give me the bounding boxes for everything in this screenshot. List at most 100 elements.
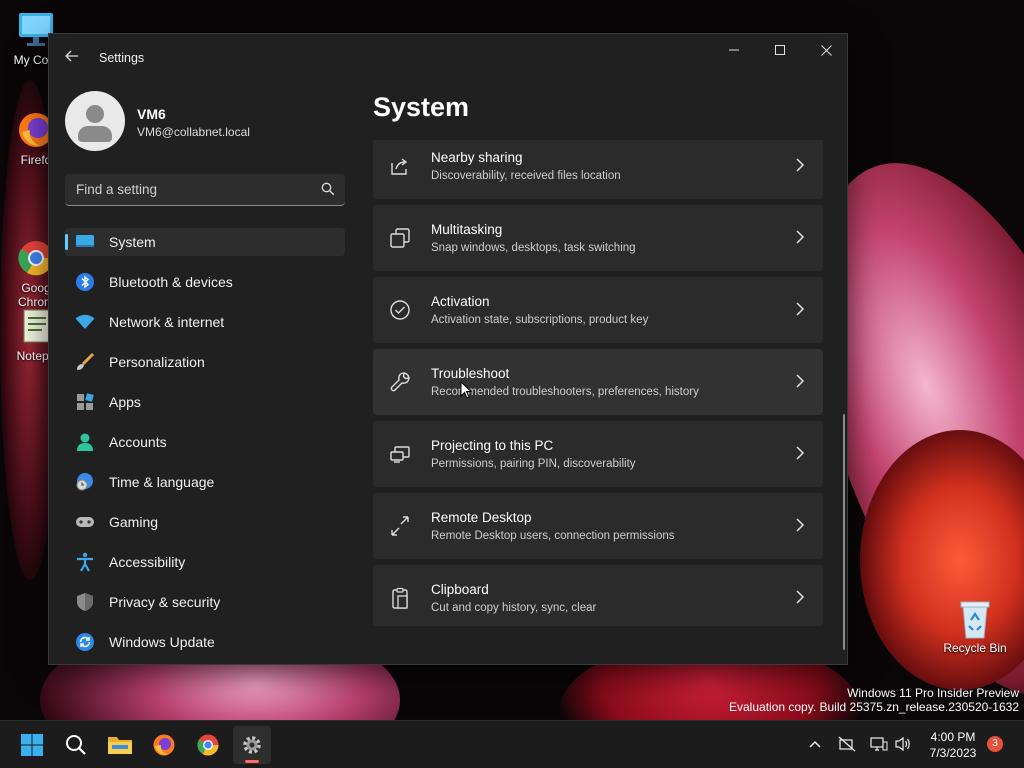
sidebar-item-label: Windows Update — [109, 634, 215, 650]
notification-badge[interactable]: 3 — [987, 736, 1003, 752]
brush-icon — [75, 352, 95, 372]
tray-display-status[interactable] — [870, 735, 888, 753]
search-box — [65, 174, 345, 206]
sidebar-item-network[interactable]: Network & internet — [65, 302, 345, 342]
sidebar-item-windows-update[interactable]: Windows Update — [65, 622, 345, 662]
sidebar-item-personalization[interactable]: Personalization — [65, 342, 345, 382]
sidebar-nav: System Bluetooth & devices Network & int… — [65, 222, 345, 662]
show-hidden-icons-button[interactable] — [806, 735, 824, 753]
firefox-icon — [153, 734, 175, 756]
watermark-line: Evaluation copy. Build 25375.zn_release.… — [729, 700, 1019, 714]
maximize-button[interactable] — [757, 34, 803, 66]
remote-desktop-icon — [391, 516, 409, 536]
tray-volume[interactable] — [894, 735, 912, 753]
sidebar-item-label: Network & internet — [109, 314, 225, 330]
search-icon[interactable] — [321, 182, 335, 196]
desktop-icon-label: Recycle Bin — [943, 641, 1007, 655]
chevron-right-icon — [796, 446, 805, 460]
taskbar-chrome[interactable] — [189, 726, 227, 764]
card-remote-desktop[interactable]: Remote Desktop Remote Desktop users, con… — [373, 493, 823, 559]
chevron-up-icon — [809, 740, 821, 748]
profile-name: VM6 — [137, 106, 166, 122]
sidebar-item-privacy-security[interactable]: Privacy & security — [65, 582, 345, 622]
sidebar-item-label: Privacy & security — [109, 594, 221, 610]
card-subtitle: Discoverability, received files location — [431, 170, 621, 182]
share-icon — [391, 158, 408, 175]
taskbar-settings[interactable] — [233, 726, 271, 764]
back-button[interactable] — [61, 48, 83, 70]
clipboard-icon — [392, 587, 408, 609]
desktop-icon-recycle-bin[interactable]: Recycle Bin — [942, 598, 1008, 655]
sidebar-item-time-language[interactable]: Time & language — [65, 462, 345, 502]
maximize-icon — [775, 45, 785, 55]
network-disconnected-icon — [838, 736, 856, 752]
chevron-right-icon — [796, 590, 805, 604]
card-title: Activation — [431, 294, 490, 309]
wrench-icon — [390, 372, 410, 392]
close-icon — [820, 44, 832, 56]
update-icon — [75, 632, 95, 652]
card-nearby-sharing[interactable]: Nearby sharing Discoverability, received… — [373, 140, 823, 199]
search-icon — [66, 735, 86, 755]
sidebar-item-accessibility[interactable]: Accessibility — [65, 542, 345, 582]
projecting-icon — [390, 446, 410, 463]
app-title: Settings — [99, 51, 145, 65]
wifi-icon — [75, 312, 95, 332]
chevron-right-icon — [796, 302, 805, 316]
minimize-icon — [729, 49, 739, 51]
multitasking-icon — [390, 228, 410, 248]
card-troubleshoot[interactable]: Troubleshoot Recommended troubleshooters… — [373, 349, 823, 415]
close-button[interactable] — [803, 34, 849, 66]
card-subtitle: Permissions, pairing PIN, discoverabilit… — [431, 458, 636, 470]
card-subtitle: Remote Desktop users, connection permiss… — [431, 530, 675, 542]
sidebar-item-label: Accessibility — [109, 554, 186, 570]
taskbar-clock[interactable]: 4:00 PM 7/3/2023 — [918, 729, 988, 761]
card-clipboard[interactable]: Clipboard Cut and copy history, sync, cl… — [373, 565, 823, 626]
sidebar-item-apps[interactable]: Apps — [65, 382, 345, 422]
sidebar-item-label: Gaming — [109, 514, 159, 530]
recycle-bin-icon — [955, 598, 995, 639]
tray-network-status[interactable] — [838, 735, 856, 753]
sidebar-item-label: Personalization — [109, 354, 205, 370]
bluetooth-icon — [75, 272, 95, 292]
account-icon — [75, 432, 95, 452]
page-title: System — [373, 92, 470, 122]
mouse-cursor-icon — [460, 381, 472, 399]
taskbar-firefox[interactable] — [145, 726, 183, 764]
card-multitasking[interactable]: Multitasking Snap windows, desktops, tas… — [373, 205, 823, 271]
windows-watermark: Windows 11 Pro Insider Preview Evaluatio… — [729, 686, 1019, 714]
card-projecting[interactable]: Projecting to this PC Permissions, pairi… — [373, 421, 823, 487]
clock-time: 4:00 PM — [930, 730, 976, 744]
taskbar-search-button[interactable] — [57, 726, 95, 764]
sidebar-item-label: Time & language — [109, 474, 215, 490]
sidebar-item-system[interactable]: System — [65, 228, 345, 256]
minimize-button[interactable] — [711, 34, 757, 66]
scrollbar[interactable] — [843, 414, 845, 650]
card-title: Nearby sharing — [431, 150, 523, 165]
start-button[interactable] — [13, 726, 51, 764]
accessibility-icon — [75, 552, 95, 572]
card-title: Projecting to this PC — [431, 438, 554, 453]
apps-icon — [75, 392, 95, 412]
title-bar: Settings — [49, 34, 847, 82]
card-activation[interactable]: Activation Activation state, subscriptio… — [373, 277, 823, 343]
sidebar-item-bluetooth[interactable]: Bluetooth & devices — [65, 262, 345, 302]
chevron-right-icon — [796, 158, 805, 172]
system-icon — [75, 232, 95, 252]
search-input[interactable] — [65, 174, 305, 205]
settings-window: Settings VM6 VM6@collabnet.local System … — [48, 33, 848, 665]
card-subtitle: Snap windows, desktops, task switching — [431, 242, 636, 254]
monitor-network-icon — [870, 737, 888, 751]
sidebar-item-accounts[interactable]: Accounts — [65, 422, 345, 462]
card-title: Troubleshoot — [431, 366, 510, 381]
settings-list: Nearby sharing Discoverability, received… — [373, 140, 825, 626]
taskbar-file-explorer[interactable] — [101, 726, 139, 764]
sidebar-item-gaming[interactable]: Gaming — [65, 502, 345, 542]
shield-icon — [75, 592, 95, 612]
file-explorer-icon — [108, 737, 132, 754]
card-subtitle: Cut and copy history, sync, clear — [431, 602, 597, 614]
chevron-right-icon — [796, 518, 805, 532]
avatar[interactable] — [65, 91, 125, 151]
activation-check-icon — [390, 300, 410, 320]
desktop-icon-label: Firefo — [20, 153, 52, 167]
